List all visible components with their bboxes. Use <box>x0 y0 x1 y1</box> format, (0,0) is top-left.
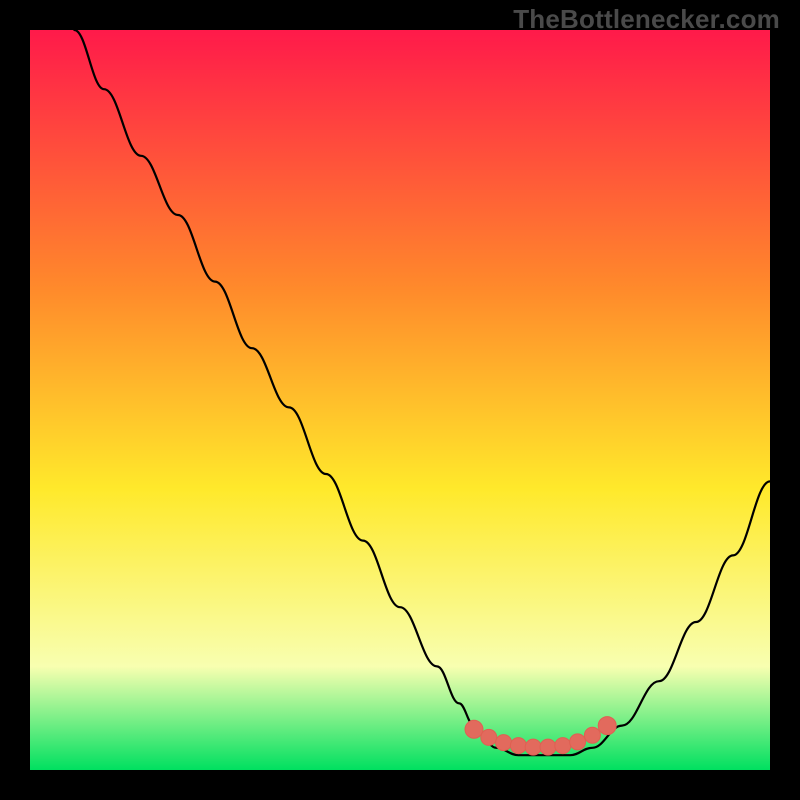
gradient-background <box>30 30 770 770</box>
marker-dot <box>598 717 616 735</box>
chart-frame: TheBottlenecker.com <box>0 0 800 800</box>
marker-dot <box>496 735 512 751</box>
plot-area <box>30 30 770 770</box>
marker-dot <box>465 720 483 738</box>
marker-dot <box>510 738 526 754</box>
marker-dot <box>570 734 586 750</box>
marker-dot <box>540 739 556 755</box>
marker-dot <box>584 727 600 743</box>
chart-svg <box>30 30 770 770</box>
marker-dot <box>525 739 541 755</box>
marker-dot <box>555 738 571 754</box>
marker-dot <box>481 729 497 745</box>
